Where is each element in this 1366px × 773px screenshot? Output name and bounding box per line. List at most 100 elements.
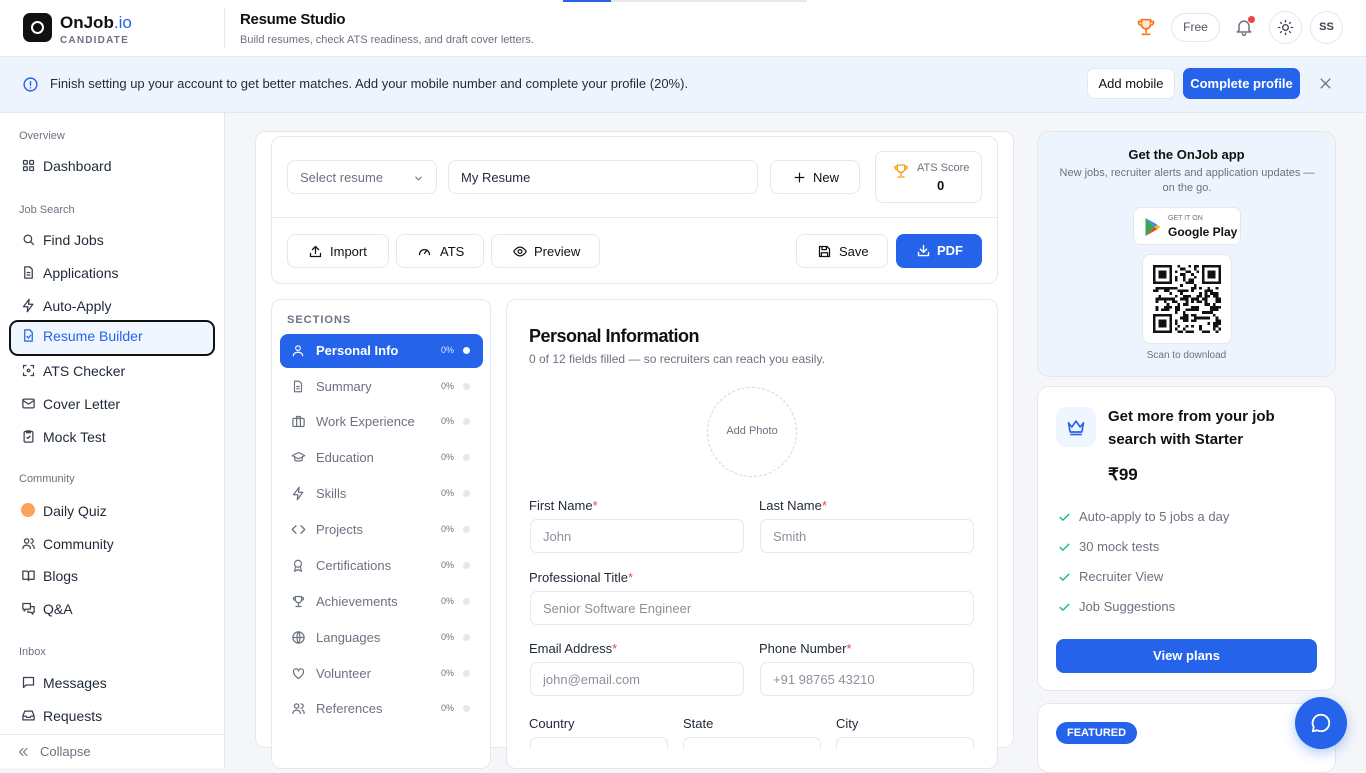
top-bar: OnJob.io CANDIDATE Resume Studio Build r… — [0, 0, 1366, 57]
sidebar-item-qa[interactable]: Q&A — [9, 593, 215, 625]
section-work-experience[interactable]: Work Experience 0% — [280, 405, 483, 439]
document-icon — [291, 379, 305, 394]
scan-caption: Scan to download — [1146, 350, 1227, 361]
section-projects[interactable]: Projects 0% — [280, 513, 483, 547]
google-play-button[interactable]: GET IT ON Google Play — [1133, 207, 1241, 245]
plan-headline: Get more from your job search with Start… — [1108, 408, 1275, 448]
section-personal-info[interactable]: Personal Info 0% — [280, 334, 483, 368]
inbox-icon — [21, 708, 36, 723]
state-select[interactable] — [683, 737, 821, 748]
featured-badge: FEATURED — [1056, 722, 1138, 744]
trophy-icon — [894, 164, 908, 178]
top-progress-bar — [563, 0, 807, 2]
app-promo-card: Get the OnJob app New jobs, recruiter al… — [1037, 131, 1336, 377]
form-subtitle: 0 of 12 fields filled — so recruiters ca… — [529, 352, 825, 366]
email-input[interactable] — [530, 662, 744, 696]
section-label: Achievements — [316, 594, 398, 609]
section-percent: 0% — [441, 416, 455, 426]
section-status-dot — [463, 418, 470, 425]
qa-icon — [21, 601, 36, 616]
briefcase-icon — [291, 414, 306, 429]
section-status-dot — [463, 598, 470, 605]
last-name-input[interactable] — [760, 519, 974, 553]
section-status-dot — [463, 383, 470, 390]
store-name: Google Play — [1168, 225, 1238, 239]
sidebar-item-cover-letter[interactable]: Cover Letter — [9, 388, 215, 420]
sidebar-item-auto-apply[interactable]: Auto-Apply — [9, 290, 215, 322]
sidebar-item-find-jobs[interactable]: Find Jobs — [9, 224, 215, 256]
sidebar-item-label: Community — [43, 536, 114, 552]
sidebar-section-community: Community — [19, 473, 75, 485]
sidebar-item-daily-quiz[interactable]: Daily Quiz — [9, 495, 215, 527]
close-icon[interactable] — [1318, 76, 1333, 91]
sidebar-item-ats-checker[interactable]: ATS Checker — [9, 355, 215, 387]
sidebar-item-label: Applications — [43, 265, 119, 281]
section-skills[interactable]: Skills 0% — [280, 477, 483, 511]
ats-score-value: 0 — [937, 178, 945, 193]
brand-name[interactable]: OnJob.io — [60, 13, 132, 33]
onjob-logo[interactable] — [23, 13, 52, 42]
check-icon — [1059, 543, 1070, 551]
resume-name-input[interactable] — [448, 160, 758, 194]
select-resume-placeholder: Select resume — [300, 170, 384, 185]
add-mobile-button[interactable]: Add mobile — [1087, 68, 1175, 99]
theme-toggle-button[interactable] — [1269, 11, 1302, 44]
trophy-icon[interactable] — [1135, 16, 1157, 38]
state-label: State — [683, 716, 714, 731]
sidebar-item-mock-test[interactable]: Mock Test — [9, 421, 215, 453]
section-achievements[interactable]: Achievements 0% — [280, 585, 483, 619]
select-resume-dropdown[interactable]: Select resume — [287, 160, 437, 194]
phone-input[interactable] — [760, 662, 974, 696]
sidebar-item-dashboard[interactable]: Dashboard — [9, 150, 215, 182]
section-languages[interactable]: Languages 0% — [280, 621, 483, 655]
section-education[interactable]: Education 0% — [280, 441, 483, 475]
heart-icon — [291, 666, 306, 681]
section-percent: 0% — [441, 488, 455, 498]
sidebar-item-applications[interactable]: Applications — [9, 257, 215, 289]
app-promo-title: Get the OnJob app — [1128, 147, 1245, 162]
sidebar-item-resume-builder[interactable]: Resume Builder — [9, 320, 215, 356]
sidebar-item-messages[interactable]: Messages — [9, 667, 215, 699]
preview-button[interactable]: Preview — [491, 234, 600, 268]
section-label: Volunteer — [316, 666, 371, 681]
collapse-sidebar-button[interactable]: Collapse — [0, 734, 224, 768]
ats-score-box: ATS Score 0 — [875, 151, 982, 203]
save-button[interactable]: Save — [796, 234, 888, 268]
google-play-icon — [1145, 218, 1161, 236]
country-select[interactable] — [530, 737, 668, 748]
avatar[interactable]: SS — [1310, 11, 1343, 44]
sidebar-item-label: Blogs — [43, 568, 79, 584]
city-select[interactable] — [836, 737, 974, 748]
plan-badge[interactable]: Free — [1171, 13, 1220, 42]
chat-button[interactable] — [1295, 697, 1347, 749]
professional-title-input[interactable] — [530, 591, 974, 625]
section-summary[interactable]: Summary 0% — [280, 370, 483, 404]
sidebar-item-blogs[interactable]: Blogs — [9, 560, 215, 592]
first-name-input[interactable] — [530, 519, 744, 553]
sidebar-item-label: Messages — [43, 675, 107, 691]
file-icon — [21, 265, 36, 280]
new-resume-button[interactable]: New — [770, 160, 860, 194]
bolt-icon — [21, 298, 36, 313]
section-status-dot — [463, 526, 470, 533]
view-plans-button[interactable]: View plans — [1056, 639, 1317, 673]
sidebar-item-label: Daily Quiz — [43, 503, 107, 519]
section-status-dot — [463, 490, 470, 497]
bolt-icon — [291, 486, 306, 501]
section-percent: 0% — [441, 452, 455, 462]
notification-dot — [1248, 16, 1255, 23]
add-photo-button[interactable]: Add Photo — [707, 387, 797, 477]
sidebar-item-requests[interactable]: Requests — [9, 700, 215, 732]
upload-icon — [309, 245, 322, 258]
section-certifications[interactable]: Certifications 0% — [280, 549, 483, 583]
sidebar-item-community[interactable]: Community — [9, 528, 215, 560]
complete-profile-button[interactable]: Complete profile — [1183, 68, 1300, 99]
import-button[interactable]: Import — [287, 234, 389, 268]
section-percent: 0% — [441, 668, 455, 678]
section-status-dot — [463, 347, 470, 354]
ats-button[interactable]: ATS — [396, 234, 484, 268]
section-references[interactable]: References 0% — [280, 692, 483, 726]
download-pdf-button[interactable]: PDF — [896, 234, 982, 268]
new-resume-label: New — [813, 170, 840, 185]
section-volunteer[interactable]: Volunteer 0% — [280, 657, 483, 691]
